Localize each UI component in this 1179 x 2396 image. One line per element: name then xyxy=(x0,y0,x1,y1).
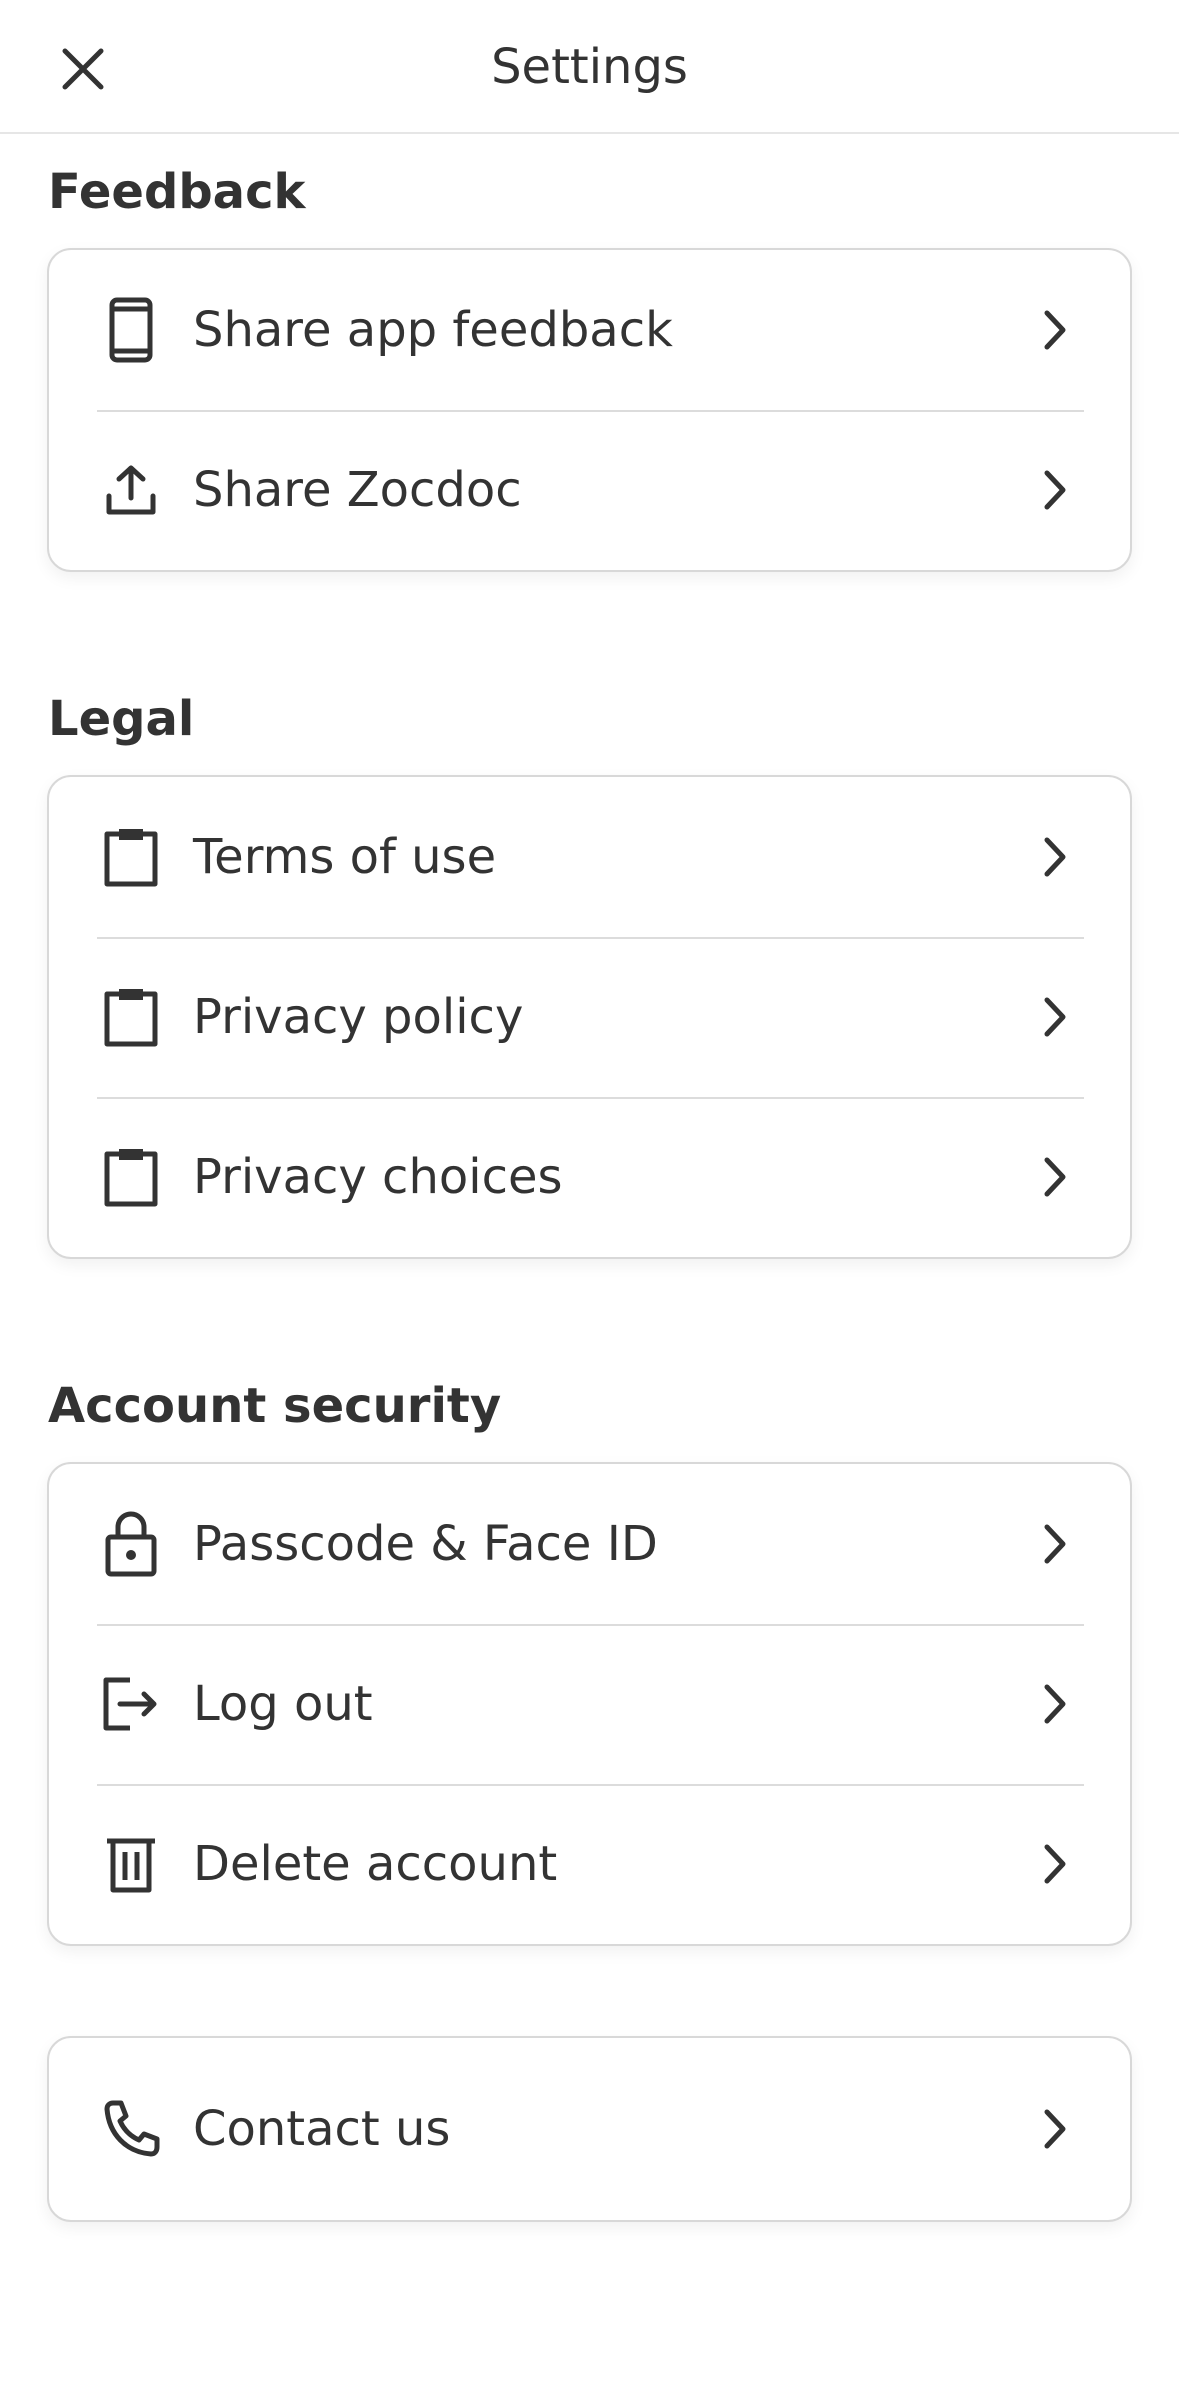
menu-item-log-out[interactable]: Log out xyxy=(49,1624,1130,1784)
feedback-card: Share app feedback Share Zocdoc xyxy=(47,248,1132,572)
menu-item-label: Terms of use xyxy=(193,829,497,885)
menu-item-label: Contact us xyxy=(193,2101,451,2157)
clipboard-icon xyxy=(101,984,161,1050)
phone-call-icon xyxy=(101,2096,161,2162)
header-bar: Settings xyxy=(0,0,1179,134)
menu-item-label: Share app feedback xyxy=(193,302,673,358)
clipboard-icon xyxy=(101,824,161,890)
settings-screen: Settings Feedback Share app feedback Sha… xyxy=(0,0,1179,2396)
lock-icon xyxy=(101,1511,161,1577)
menu-item-privacy-policy[interactable]: Privacy policy xyxy=(49,937,1130,1097)
chevron-right-icon xyxy=(1040,1522,1070,1566)
menu-item-label: Privacy policy xyxy=(193,989,524,1045)
menu-item-delete-account[interactable]: Delete account xyxy=(49,1784,1130,1944)
menu-item-share-zocdoc[interactable]: Share Zocdoc xyxy=(49,410,1130,570)
menu-item-label: Passcode & Face ID xyxy=(193,1516,658,1572)
logout-icon xyxy=(101,1671,161,1737)
chevron-right-icon xyxy=(1040,308,1070,352)
chevron-right-icon xyxy=(1040,468,1070,512)
legal-card: Terms of use Privacy policy Privacy choi… xyxy=(47,775,1132,1259)
account-security-card: Passcode & Face ID Log out Delete accoun… xyxy=(47,1462,1132,1946)
chevron-right-icon xyxy=(1040,1155,1070,1199)
chevron-right-icon xyxy=(1040,1682,1070,1726)
trash-icon xyxy=(101,1831,161,1897)
chevron-right-icon xyxy=(1040,835,1070,879)
page-title: Settings xyxy=(491,39,688,95)
share-upload-icon xyxy=(101,457,161,523)
menu-item-label: Share Zocdoc xyxy=(193,462,522,518)
menu-item-privacy-choices[interactable]: Privacy choices xyxy=(49,1097,1130,1257)
menu-item-passcode-face-id[interactable]: Passcode & Face ID xyxy=(49,1464,1130,1624)
section-title-feedback: Feedback xyxy=(48,164,306,220)
menu-item-contact-us[interactable]: Contact us xyxy=(49,2038,1130,2220)
section-title-legal: Legal xyxy=(48,691,195,747)
phone-icon xyxy=(101,297,161,363)
menu-item-share-app-feedback[interactable]: Share app feedback xyxy=(49,250,1130,410)
menu-item-label: Privacy choices xyxy=(193,1149,563,1205)
menu-item-terms-of-use[interactable]: Terms of use xyxy=(49,777,1130,937)
menu-item-label: Log out xyxy=(193,1676,373,1732)
contact-card: Contact us xyxy=(47,2036,1132,2222)
chevron-right-icon xyxy=(1040,995,1070,1039)
menu-item-label: Delete account xyxy=(193,1836,558,1892)
chevron-right-icon xyxy=(1040,2107,1070,2151)
chevron-right-icon xyxy=(1040,1842,1070,1886)
section-title-account-security: Account security xyxy=(48,1378,502,1434)
clipboard-icon xyxy=(101,1144,161,1210)
